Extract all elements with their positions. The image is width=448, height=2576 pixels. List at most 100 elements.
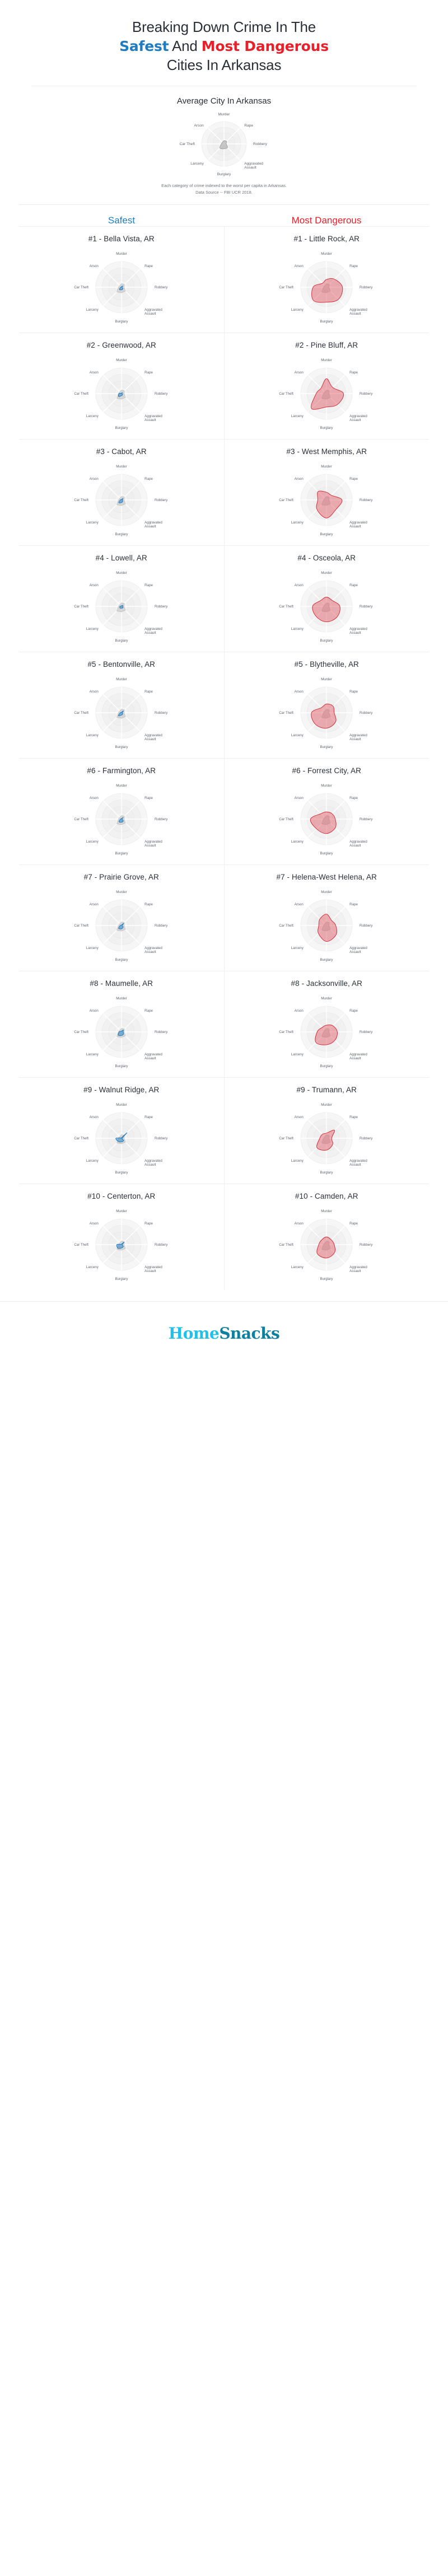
radar-axis-label-burglary: Burglary: [115, 532, 128, 536]
infographic-page: Breaking Down Crime In The Safest And Mo…: [0, 0, 448, 1362]
radar-axis-label-aggravated-assault: Aggravated Assault: [349, 521, 367, 529]
city-card-safest[interactable]: #8 - Maumelle, AR Murder Rape Robbery Aggrav…: [19, 971, 224, 1077]
radar-axis-label-robbery: Robbery: [360, 286, 373, 289]
radar-axis-label-larceny: Larceny: [291, 733, 304, 737]
city-card-safest[interactable]: #7 - Prairie Grove, AR Murder Rape Robbery A…: [19, 865, 224, 971]
city-card-dangerous[interactable]: #3 - West Memphis, AR Murder Rape Robbery Ag…: [223, 439, 430, 545]
radar-axis-label-aggravated-assault: Aggravated Assault: [144, 308, 162, 316]
radar-axis-label-aggravated-assault: Aggravated Assault: [349, 733, 367, 741]
city-card-dangerous[interactable]: #2 - Pine Bluff, AR Murder Rape Robbery Aggr…: [223, 333, 430, 439]
radar-axis-label-robbery: Robbery: [155, 1030, 168, 1034]
city-name: #3 - Cabot, AR: [96, 447, 147, 456]
radar-axis-label-larceny: Larceny: [86, 840, 99, 844]
city-radar-chart: Murder Rape Robbery Aggravated Assault Burgla…: [225, 1095, 430, 1179]
city-row: #8 - Maumelle, AR Murder Rape Robbery Aggrav…: [19, 970, 430, 1077]
city-card-safest[interactable]: #5 - Bentonville, AR Murder Rape Robbery Agg…: [19, 652, 224, 758]
radar-axis-label-larceny: Larceny: [291, 308, 304, 312]
radar-axis-label-aggravated-assault: Aggravated Assault: [144, 521, 162, 529]
radar-axis-label-car-theft: Car Theft: [279, 924, 294, 928]
radar-axis-label-car-theft: Car Theft: [279, 498, 294, 502]
city-card-safest[interactable]: #4 - Lowell, AR Murder Rape Robbery Aggravat…: [19, 546, 224, 652]
city-radar-chart: Murder Rape Robbery Aggravated Assault Burgla…: [19, 350, 224, 434]
radar-axis-label-robbery: Robbery: [360, 1137, 373, 1140]
radar-axis-label-larceny: Larceny: [86, 733, 99, 737]
radar-axis-label-aggravated-assault: Aggravated Assault: [349, 308, 367, 316]
homesnacks-logo[interactable]: HomeSnacks: [0, 1324, 448, 1343]
city-radar-chart: Murder Rape Robbery Aggravated Assault Burgla…: [19, 670, 224, 754]
city-row: #5 - Bentonville, AR Murder Rape Robbery Agg…: [19, 651, 430, 758]
city-card-safest[interactable]: #10 - Centerton, AR Murder Rape Robbery Aggr…: [19, 1184, 224, 1290]
radar-svg: Murder Rape Robbery Aggravated Assault Burgla…: [74, 358, 168, 430]
city-name: #8 - Maumelle, AR: [90, 979, 153, 988]
radar-axis-label-arson: Arson: [89, 477, 99, 481]
radar-axis-label-arson: Arson: [295, 1222, 304, 1226]
radar-axis-label-aggravated-assault: Aggravated Assault: [144, 414, 162, 422]
city-card-safest[interactable]: #1 - Bella Vista, AR Murder Rape Robbery Agg…: [19, 227, 224, 333]
column-header-dangerous: Most Dangerous: [291, 214, 362, 226]
radar-svg: Murder Rape Robbery Aggravated Assault Burgla…: [74, 252, 168, 324]
title-line-1: Breaking Down Crime In The: [132, 18, 316, 35]
radar-axis-label-rape: Rape: [144, 1115, 153, 1119]
radar-axis-label-aggravated-assault: Aggravated Assault: [349, 1265, 367, 1273]
city-radar-chart: Murder Rape Robbery Aggravated Assault Burgla…: [225, 670, 430, 754]
footer: HomeSnacks: [0, 1301, 448, 1362]
city-card-dangerous[interactable]: #5 - Blytheville, AR Murder Rape Robbery Agg…: [223, 652, 430, 758]
radar-axis-label-burglary: Burglary: [320, 320, 334, 324]
logo-home-text: Home: [168, 1324, 220, 1343]
city-card-dangerous[interactable]: #6 - Forrest City, AR Murder Rape Robbery Ag…: [223, 758, 430, 864]
radar-svg: Murder Rape Robbery Aggravated Assault Burgla…: [180, 113, 268, 176]
city-card-dangerous[interactable]: #10 - Camden, AR Murder Rape Robbery Aggrava…: [223, 1184, 430, 1290]
radar-svg: Murder Rape Robbery Aggravated Assault Burgla…: [74, 677, 168, 749]
radar-axis-label-burglary: Burglary: [320, 1064, 334, 1068]
city-row: #4 - Lowell, AR Murder Rape Robbery Aggravat…: [19, 545, 429, 652]
city-card-safest[interactable]: #6 - Farmington, AR Murder Rape Robbery Aggr…: [19, 759, 224, 864]
radar-axis-label-robbery: Robbery: [155, 392, 168, 396]
city-name: #8 - Jacksonville, AR: [291, 979, 362, 988]
radar-axis-label-larceny: Larceny: [86, 1159, 99, 1163]
city-radar-chart: Murder Rape Robbery Aggravated Assault Burgla…: [225, 882, 430, 966]
radar-axis-label-arson: Arson: [89, 903, 99, 906]
radar-axis-label-larceny: Larceny: [291, 521, 304, 525]
radar-axis-label-arson: Arson: [295, 371, 304, 375]
radar-axis-label-burglary: Burglary: [115, 639, 128, 643]
radar-svg: Murder Rape Robbery Aggravated Assault Burgla…: [74, 784, 168, 855]
radar-axis-label-rape: Rape: [144, 796, 153, 800]
city-card-dangerous[interactable]: #9 - Trumann, AR Murder Rape Robbery Aggrava…: [223, 1077, 430, 1184]
radar-axis-label-murder: Murder: [116, 890, 127, 894]
city-row: #10 - Centerton, AR Murder Rape Robbery Aggr…: [19, 1183, 430, 1290]
page-title: Breaking Down Crime In The Safest And Mo…: [0, 10, 448, 83]
radar-axis-label-rape: Rape: [349, 477, 358, 481]
city-card-dangerous[interactable]: #4 - Osceola, AR Murder Rape Robbery Aggrava…: [223, 545, 430, 652]
radar-axis-label-car-theft: Car Theft: [74, 1243, 88, 1247]
city-card-safest[interactable]: #3 - Cabot, AR Murder Rape Robbery Aggravate…: [19, 440, 224, 545]
column-header-safest: Safest: [108, 214, 136, 226]
radar-axis-label-car-theft: Car Theft: [74, 1030, 88, 1034]
radar-axis-label-aggravated-assault: Aggravated Assault: [349, 627, 367, 635]
radar-axis-label-car-theft: Car Theft: [74, 286, 88, 289]
radar-axis-label-murder: Murder: [321, 358, 332, 362]
city-card-safest[interactable]: #2 - Greenwood, AR Murder Rape Robbery Aggra…: [19, 333, 224, 439]
radar-svg: Murder Rape Robbery Aggravated Assault Burgla…: [279, 997, 374, 1068]
radar-axis-label-arson: Arson: [295, 690, 304, 694]
radar-axis-label-robbery: Robbery: [360, 392, 373, 396]
city-radar-chart: Murder Rape Robbery Aggravated Assault Burgla…: [225, 776, 430, 860]
radar-axis-label-burglary: Burglary: [320, 639, 334, 643]
title-dangerous-word: Most Dangerous: [201, 38, 329, 54]
radar-axis-label-robbery: Robbery: [155, 1243, 168, 1247]
city-card-safest[interactable]: #9 - Walnut Ridge, AR Murder Rape Robbery Ag…: [19, 1078, 224, 1184]
city-card-dangerous[interactable]: #8 - Jacksonville, AR Murder Rape Robbery Ag…: [223, 971, 430, 1077]
city-card-dangerous[interactable]: #1 - Little Rock, AR Murder Rape Robbery Agg…: [223, 226, 430, 333]
radar-axis-label-larceny: Larceny: [291, 840, 304, 844]
radar-axis-label-murder: Murder: [321, 465, 332, 469]
radar-axis-label-car-theft: Car Theft: [279, 711, 294, 715]
city-radar-chart: Murder Rape Robbery Aggravated Assault Burgla…: [225, 563, 430, 647]
radar-axis-label-murder: Murder: [321, 1103, 332, 1107]
radar-axis-label-rape: Rape: [349, 796, 358, 800]
radar-axis-label-robbery: Robbery: [360, 1030, 373, 1034]
radar-axis-label-rape: Rape: [144, 1222, 153, 1226]
city-card-dangerous[interactable]: #7 - Helena-West Helena, AR Murder Rape Rob…: [223, 864, 430, 971]
radar-axis-label-robbery: Robbery: [360, 924, 373, 928]
logo-snacks-text: Snacks: [219, 1324, 280, 1343]
city-row: #9 - Walnut Ridge, AR Murder Rape Robbery Ag…: [19, 1077, 429, 1184]
city-row: #3 - Cabot, AR Murder Rape Robbery Aggravate…: [19, 438, 430, 545]
